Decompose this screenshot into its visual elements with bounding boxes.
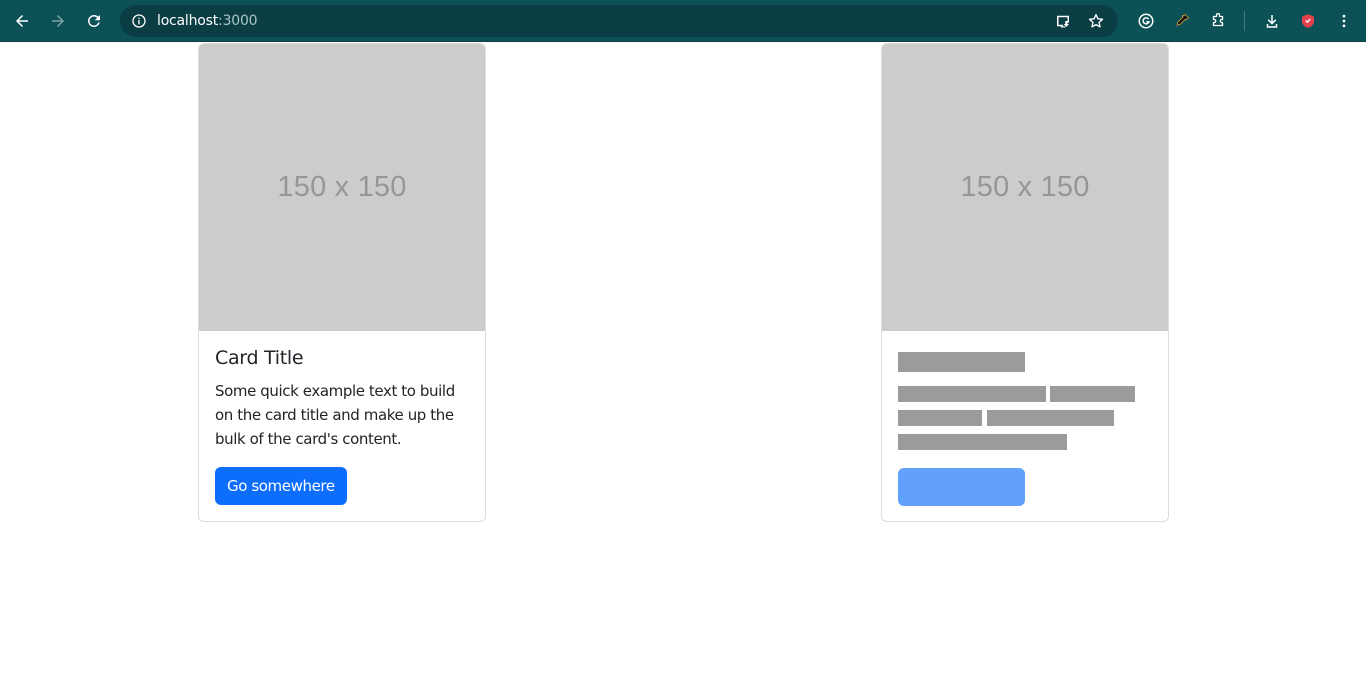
url-host: localhost — [157, 13, 219, 29]
install-app-icon[interactable] — [1051, 9, 1075, 33]
url-port: :3000 — [218, 13, 258, 29]
card: 150 x 150 Card Title Some quick example … — [198, 43, 486, 522]
card-image-placeholder: 150 x 150 — [882, 44, 1168, 331]
card-image-text: 150 x 150 — [277, 171, 407, 203]
downloads-button[interactable] — [1258, 7, 1286, 35]
forward-button[interactable] — [44, 7, 72, 35]
address-bar[interactable]: localhost:3000 — [120, 5, 1118, 37]
eyedropper-icon — [1176, 14, 1189, 27]
placeholder-button — [898, 468, 1025, 506]
grammarly-icon — [1138, 13, 1154, 29]
card-image-placeholder: 150 x 150 — [199, 44, 485, 331]
back-button[interactable] — [8, 7, 36, 35]
go-somewhere-button[interactable]: Go somewhere — [215, 467, 347, 505]
extensions-button[interactable] — [1204, 7, 1232, 35]
shield-extension-button[interactable] — [1294, 7, 1322, 35]
puzzle-icon — [1212, 12, 1224, 27]
grammarly-extension-button[interactable] — [1132, 7, 1160, 35]
arrow-right-icon — [52, 15, 64, 27]
download-icon — [1266, 15, 1278, 28]
card-loading-placeholder: 150 x 150 — [881, 43, 1169, 522]
arrow-left-icon — [16, 15, 28, 27]
more-vertical-icon — [1342, 14, 1346, 28]
url-text[interactable]: localhost:3000 — [157, 12, 258, 30]
card-image-text: 150 x 150 — [960, 171, 1090, 203]
eyedropper-extension-button[interactable] — [1168, 7, 1196, 35]
placeholder-title-bar — [898, 352, 1025, 372]
card-text: Some quick example text to build on the … — [215, 382, 455, 448]
placeholder-text-bar — [1050, 386, 1135, 402]
browser-toolbar: localhost:3000 — [0, 0, 1366, 42]
browser-menu-button[interactable] — [1330, 7, 1358, 35]
placeholder-text-bar — [898, 434, 1067, 450]
card-title: Card Title — [215, 347, 304, 369]
placeholder-text-bar — [898, 386, 1046, 402]
bookmark-star-icon[interactable] — [1084, 9, 1108, 33]
shield-icon — [1302, 14, 1314, 28]
reload-button[interactable] — [80, 7, 108, 35]
toolbar-separator — [1244, 11, 1245, 31]
placeholder-text-bar — [898, 410, 982, 426]
placeholder-text-bar — [987, 410, 1114, 426]
site-info-icon[interactable] — [129, 11, 149, 31]
reload-icon — [87, 14, 100, 27]
